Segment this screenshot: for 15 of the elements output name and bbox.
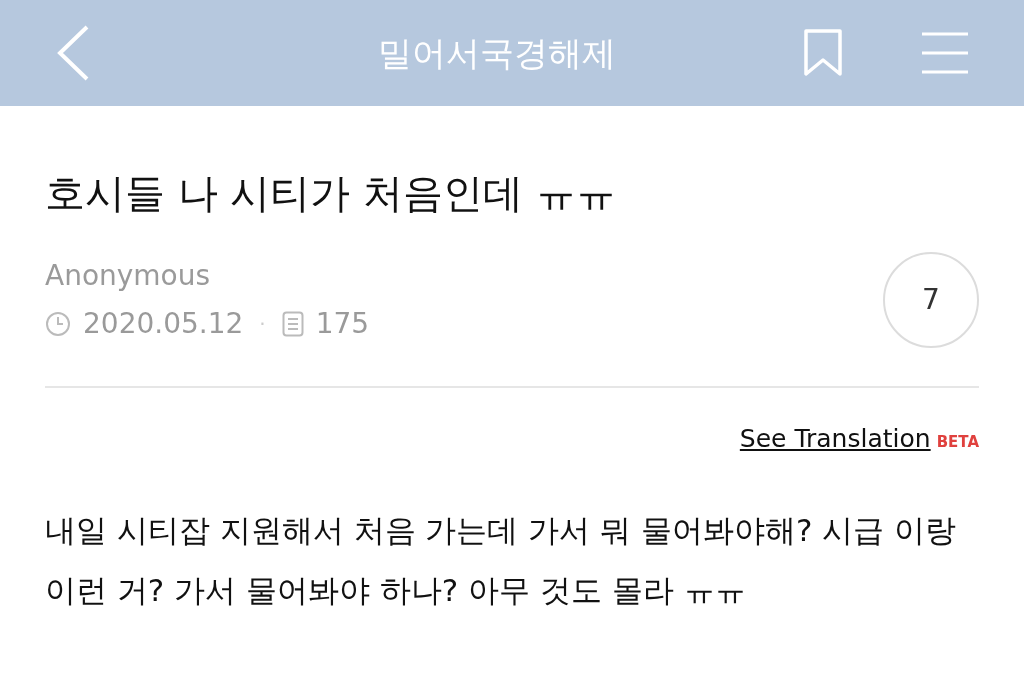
header-title: 밀어서국경해제 — [378, 31, 616, 75]
back-icon[interactable] — [56, 25, 90, 81]
bookmark-icon[interactable] — [804, 29, 842, 77]
post-date: 2020.05.12 — [83, 306, 244, 342]
beta-label: BETA — [936, 432, 979, 453]
document-icon — [281, 311, 304, 337]
separator-dot: · — [259, 311, 266, 338]
author-name: Anonymous — [45, 258, 212, 294]
count-badge[interactable]: 7 — [883, 252, 979, 348]
clock-icon — [45, 311, 71, 337]
translation-link[interactable]: See Translation — [739, 420, 931, 458]
post-title: 호시들 나 시티가 처음인데 ㅠㅠ — [45, 169, 617, 218]
menu-icon[interactable] — [922, 32, 968, 74]
view-count: 175 — [315, 306, 370, 342]
post-body: 내일 시티잡 지원해서 처음 가는데 가서 뭐 물어봐야해? 시급 이랑 이런 거? 가서 물어봐야 하나? 아무 것도 몰라 ㅠㅠ — [45, 510, 958, 610]
